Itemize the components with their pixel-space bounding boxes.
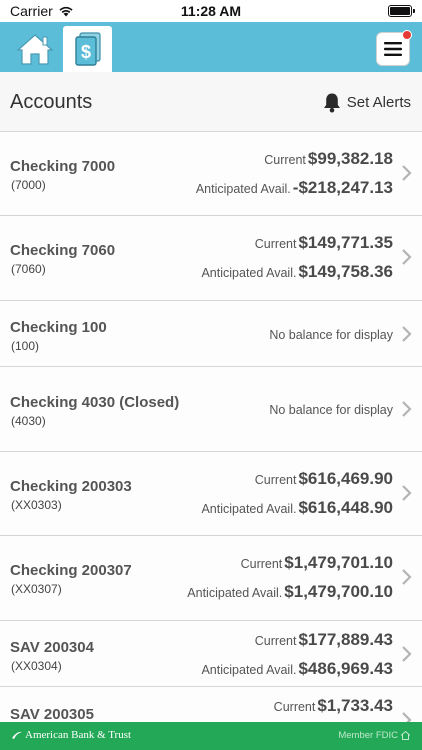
current-label: Current — [254, 237, 297, 251]
current-label: Current — [273, 700, 316, 714]
svg-text:$: $ — [80, 42, 90, 62]
account-row[interactable]: Checking 200303 (XX0303) Current $616,46… — [0, 452, 422, 536]
dollar-document-icon: $ — [74, 32, 101, 66]
current-amount: $616,469.90 — [298, 469, 393, 488]
status-bar: Carrier 11:28 AM — [0, 0, 422, 22]
anticipated-balance: Anticipated Avail. -$218,247.13 — [196, 178, 393, 198]
anticipated-amount: $1,479,700.10 — [284, 582, 393, 601]
account-name: Checking 7060 — [10, 242, 116, 259]
anticipated-balance: Anticipated Avail. $1,479,700.10 — [187, 582, 393, 602]
chevron-right-icon — [402, 646, 412, 662]
home-icon — [16, 34, 54, 65]
account-number: (XX0303) — [11, 498, 62, 512]
chevron-right-icon — [402, 569, 412, 585]
current-amount: $177,889.43 — [298, 630, 393, 649]
chevron-right-icon — [402, 326, 412, 342]
anticipated-balance: Anticipated Avail. $616,448.90 — [201, 498, 393, 518]
account-row[interactable]: Checking 100 (100) No balance for displa… — [0, 301, 422, 367]
account-number: (7060) — [11, 262, 46, 276]
account-name: SAV 200305 — [10, 706, 94, 723]
current-balance: Current $149,771.35 — [255, 233, 393, 253]
anticipated-amount: $149,758.36 — [298, 262, 393, 281]
account-name: Checking 4030 (Closed) — [10, 394, 180, 411]
battery-icon — [388, 5, 415, 17]
footer-bar: American Bank & Trust Member FDIC — [0, 722, 422, 750]
anticipated-label: Anticipated Avail. — [195, 182, 291, 196]
account-name: Checking 200307 — [10, 562, 132, 579]
bank-logo: American Bank & Trust — [11, 729, 131, 741]
bank-name: American Bank & Trust — [25, 729, 132, 741]
current-balance: Current $1,479,701.10 — [241, 553, 393, 573]
accounts-tab[interactable]: $ — [63, 26, 112, 72]
account-row[interactable]: Checking 7060 (7060) Current $149,771.35… — [0, 216, 422, 301]
bell-icon — [323, 93, 340, 113]
current-label: Current — [240, 557, 283, 571]
fdic-notice: Member FDIC — [338, 730, 410, 741]
bank-swoosh-icon — [12, 731, 22, 739]
current-amount: $99,382.18 — [307, 149, 393, 168]
current-label: Current — [254, 473, 297, 487]
current-amount: $1,479,701.10 — [284, 553, 393, 572]
chevron-right-icon — [402, 401, 412, 417]
anticipated-amount: $616,448.90 — [298, 498, 393, 517]
equal-housing-icon — [401, 731, 410, 740]
notification-badge — [402, 30, 412, 40]
account-number: (100) — [11, 339, 40, 353]
anticipated-label: Anticipated Avail. — [201, 502, 297, 516]
fdic-label: Member FDIC — [338, 730, 398, 741]
account-number: (4030) — [11, 414, 46, 428]
anticipated-label: Anticipated Avail. — [187, 586, 283, 600]
status-time: 11:28 AM — [180, 3, 242, 19]
home-button[interactable] — [12, 28, 58, 70]
account-row[interactable]: Checking 4030 (Closed) (4030) No balance… — [0, 367, 422, 452]
account-name: SAV 200304 — [10, 639, 94, 656]
account-row[interactable]: SAV 200304 (XX0304) Current $177,889.43 … — [0, 621, 422, 687]
anticipated-label: Anticipated Avail. — [201, 663, 297, 677]
account-name: Checking 200303 — [10, 478, 132, 495]
account-number: (XX0307) — [11, 582, 62, 596]
no-balance-text: No balance for display — [269, 328, 393, 342]
account-row[interactable]: Checking 7000 (7000) Current $99,382.18 … — [0, 132, 422, 216]
current-label: Current — [254, 634, 297, 648]
account-name: Checking 7000 — [10, 158, 116, 175]
hamburger-menu-icon — [384, 42, 402, 56]
account-name: Checking 100 — [10, 319, 107, 336]
no-balance-text: No balance for display — [269, 403, 393, 417]
accounts-header: Accounts Set Alerts — [0, 72, 422, 132]
anticipated-balance: Anticipated Avail. $149,758.36 — [201, 262, 393, 282]
current-balance: Current $177,889.43 — [255, 630, 393, 650]
current-balance: Current $99,382.18 — [264, 149, 393, 169]
page-title: Accounts — [10, 91, 93, 113]
account-list: Checking 7000 (7000) Current $99,382.18 … — [0, 132, 422, 747]
top-nav-bar: $ — [0, 22, 422, 72]
anticipated-amount: $486,969.43 — [298, 659, 393, 678]
chevron-right-icon — [402, 165, 412, 181]
current-balance: Current $616,469.90 — [255, 469, 393, 489]
current-balance: Current $1,733.43 — [274, 696, 393, 716]
current-amount: $149,771.35 — [298, 233, 393, 252]
current-label: Current — [264, 153, 306, 167]
account-row[interactable]: Checking 200307 (XX0307) Current $1,479,… — [0, 536, 422, 621]
set-alerts-button[interactable]: Set Alerts — [323, 92, 411, 113]
anticipated-label: Anticipated Avail. — [201, 266, 297, 280]
account-number: (XX0304) — [11, 659, 62, 673]
menu-button[interactable] — [376, 30, 412, 66]
account-number: (7000) — [11, 178, 46, 192]
anticipated-balance: Anticipated Avail. $486,969.43 — [201, 659, 393, 679]
chevron-right-icon — [402, 485, 412, 501]
anticipated-amount: -$218,247.13 — [292, 178, 393, 197]
chevron-right-icon — [402, 249, 412, 265]
set-alerts-label: Set Alerts — [346, 94, 411, 111]
current-amount: $1,733.43 — [317, 696, 393, 715]
